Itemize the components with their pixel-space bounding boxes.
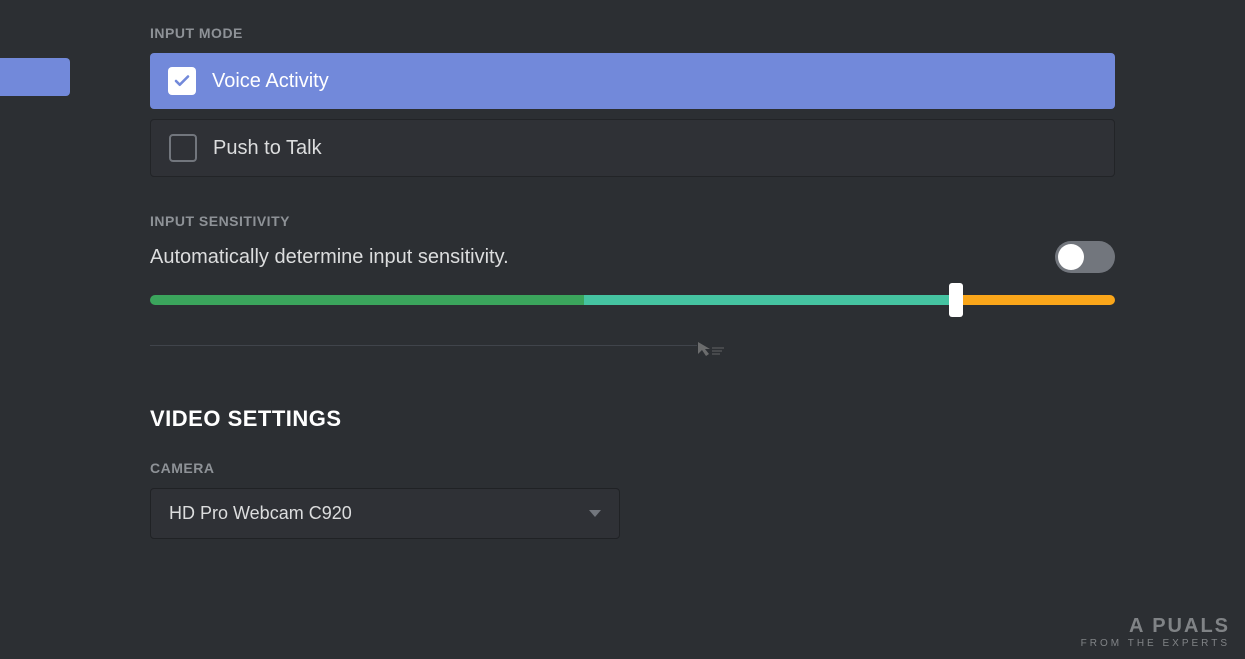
sidebar-active-tab[interactable] (0, 58, 70, 96)
voice-activity-checkbox[interactable] (168, 67, 196, 95)
sensitivity-slider[interactable] (150, 295, 1115, 305)
voice-activity-option[interactable]: Voice Activity (150, 53, 1115, 109)
section-divider (150, 345, 697, 346)
input-mode-heading: INPUT MODE (150, 25, 1115, 41)
auto-sensitivity-text: Automatically determine input sensitivit… (150, 246, 509, 269)
slider-segment-dark-green (150, 295, 584, 305)
chevron-down-icon (589, 510, 601, 517)
slider-segment-orange (956, 295, 1115, 305)
input-sensitivity-heading: INPUT SENSITIVITY (150, 213, 1115, 229)
push-to-talk-label: Push to Talk (213, 137, 322, 160)
slider-handle[interactable] (949, 283, 963, 317)
toggle-knob (1058, 244, 1084, 270)
camera-heading: CAMERA (150, 460, 620, 476)
auto-sensitivity-row: Automatically determine input sensitivit… (150, 241, 1115, 273)
watermark-line1: A PUALS (1081, 615, 1230, 638)
check-icon (173, 72, 191, 90)
camera-dropdown-value: HD Pro Webcam C920 (169, 503, 352, 524)
push-to-talk-option[interactable]: Push to Talk (150, 119, 1115, 177)
slider-segment-light-green (584, 295, 956, 305)
settings-content: INPUT MODE Voice Activity Push to Talk I… (150, 25, 1115, 539)
auto-sensitivity-toggle[interactable] (1055, 241, 1115, 273)
watermark-line2: FROM THE EXPERTS (1081, 638, 1230, 649)
watermark: A PUALS FROM THE EXPERTS (1081, 615, 1230, 649)
push-to-talk-checkbox[interactable] (169, 134, 197, 162)
camera-dropdown[interactable]: HD Pro Webcam C920 (150, 488, 620, 539)
voice-activity-label: Voice Activity (212, 70, 329, 93)
video-settings-heading: VIDEO SETTINGS (150, 406, 1115, 432)
